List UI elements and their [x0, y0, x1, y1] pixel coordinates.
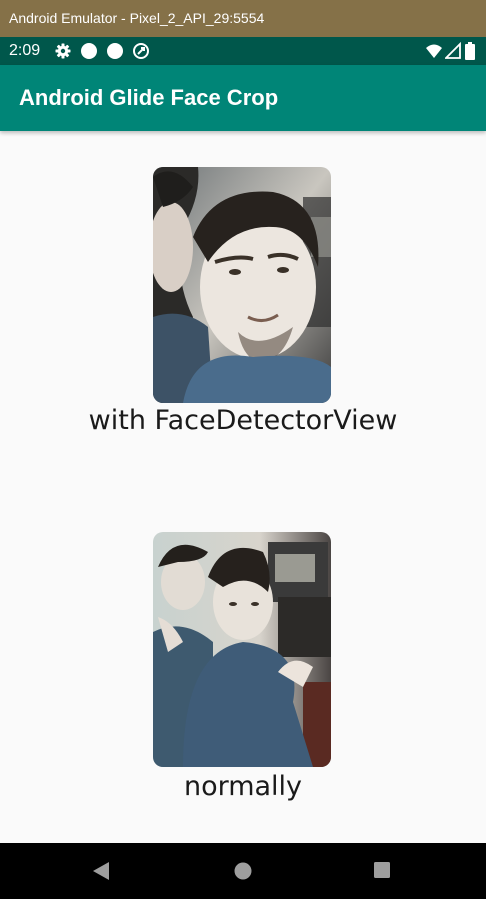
back-icon[interactable]	[92, 861, 110, 885]
home-icon[interactable]	[233, 861, 253, 885]
app-toolbar: Android Glide Face Crop	[0, 65, 486, 131]
status-bar: 2:09	[0, 37, 486, 65]
status-time: 2:09	[9, 42, 41, 59]
notification-dot-icon	[106, 42, 124, 64]
notification-dot-icon	[80, 42, 98, 64]
sync-icon	[132, 42, 150, 64]
navigation-bar	[0, 843, 486, 899]
normal-image	[153, 532, 331, 767]
caption-normally: normally	[183, 771, 303, 802]
recents-icon[interactable]	[373, 861, 391, 883]
face-cropped-image	[153, 167, 331, 403]
app-title: Android Glide Face Crop	[19, 85, 279, 110]
signal-icon	[443, 41, 461, 64]
emulator-window-title: Android Emulator - Pixel_2_API_29:5554	[0, 0, 486, 37]
settings-icon	[54, 42, 72, 64]
caption-face-detector: with FaceDetectorView	[88, 405, 398, 436]
wifi-icon	[425, 42, 443, 64]
battery-icon	[465, 42, 475, 64]
